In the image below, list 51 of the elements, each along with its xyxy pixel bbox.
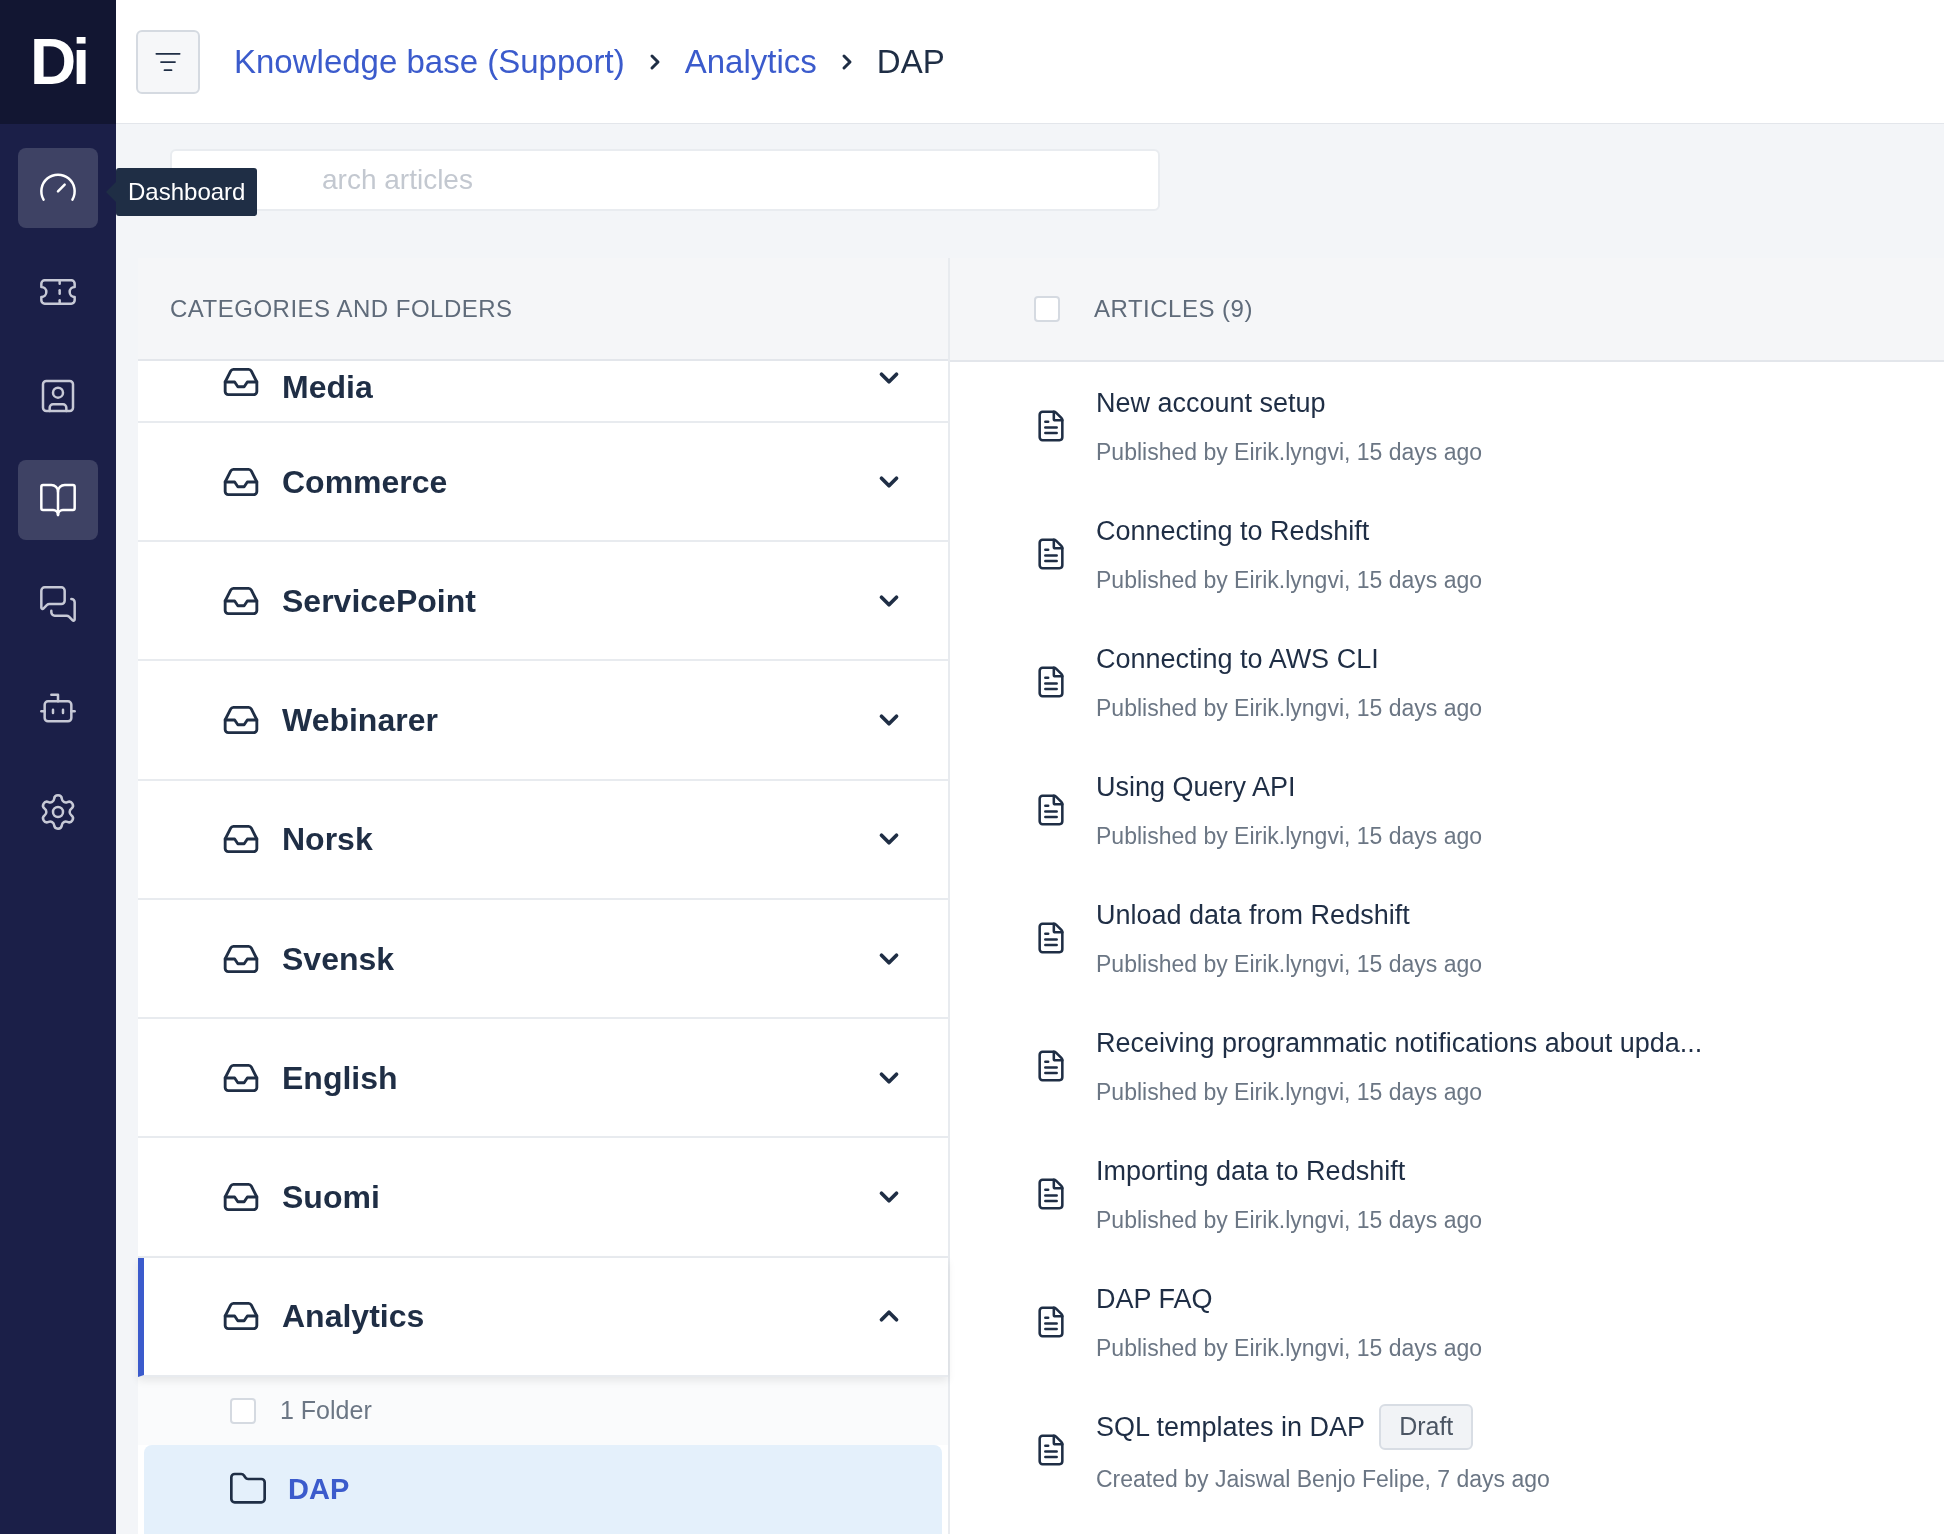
category-label: English (282, 1058, 399, 1098)
filter-button[interactable] (136, 29, 200, 94)
category-label: Webinarer (282, 701, 439, 741)
article-title[interactable]: Using Query API (1096, 766, 1296, 807)
article-meta: Published by Eirik.lyngvi, 15 days ago (1096, 822, 1483, 851)
article-meta: Published by Eirik.lyngvi, 15 days ago (1096, 1078, 1484, 1107)
category-row[interactable]: ServicePoint (138, 542, 948, 662)
category-row[interactable]: Media (138, 361, 948, 423)
checkbox[interactable] (230, 1397, 256, 1424)
article-title[interactable]: Unload data from Redshift (1096, 894, 1410, 935)
category-row[interactable]: Webinarer (138, 661, 948, 781)
article-meta: Published by Eirik.lyngvi, 15 days ago (1096, 694, 1483, 723)
category-label: Svensk (282, 939, 396, 979)
breadcrumb-link[interactable]: Knowledge base (Support) (234, 36, 625, 87)
category-row[interactable]: Svensk (138, 900, 948, 1020)
category-label: ServicePoint (282, 581, 477, 621)
category-row[interactable]: Suomi (138, 1138, 948, 1258)
panel-title: ARTICLES (9) (1094, 294, 1253, 324)
chat-icon (38, 584, 78, 624)
category-label: Norsk (282, 820, 374, 860)
category-label: Suomi (282, 1178, 381, 1218)
category-row[interactable]: English (138, 1019, 948, 1139)
category-row[interactable]: Norsk (138, 780, 948, 900)
folder-row[interactable]: DAP (144, 1444, 942, 1534)
article-meta: Published by Eirik.lyngvi, 15 days ago (1096, 1334, 1483, 1363)
status-badge: Draft (1379, 1404, 1474, 1450)
folder-count: 1 Folder (280, 1395, 372, 1426)
article-meta: Published by Eirik.lyngvi, 15 days ago (1096, 566, 1483, 595)
article-meta: Published by Eirik.lyngvi, 15 days ago (1096, 438, 1483, 467)
breadcrumb-link[interactable]: Analytics (684, 36, 817, 87)
article-title[interactable]: Connecting to AWS CLI (1096, 638, 1379, 679)
breadcrumb-current: DAP (876, 41, 945, 82)
logo: Di (0, 0, 116, 124)
category-row[interactable]: Commerce (138, 423, 948, 543)
article-title[interactable]: SQL templates in DAP (1096, 1406, 1366, 1447)
article-meta: Created by Jaiswal Benjo Felipe, 7 days ago (1096, 1464, 1550, 1494)
article-title[interactable]: Importing data to Redshift (1096, 1150, 1406, 1191)
category-label: Media (282, 368, 374, 408)
article-title[interactable]: DAP FAQ (1096, 1278, 1213, 1319)
checkbox[interactable] (1034, 296, 1060, 322)
category-label: Commerce (282, 462, 449, 502)
nav-button[interactable] (18, 460, 98, 540)
article-title[interactable]: New account setup (1096, 382, 1326, 423)
nav-button[interactable] (18, 148, 98, 228)
article-title[interactable]: Receiving programmatic notifications about upda... (1096, 1022, 1703, 1063)
panel-title: CATEGORIES AND FOLDERS (170, 293, 513, 324)
category-label: Analytics (282, 1297, 426, 1337)
article-title[interactable]: Connecting to Redshift (1096, 510, 1370, 551)
article-meta: Published by Eirik.lyngvi, 15 days ago (1096, 1206, 1483, 1235)
article-meta: Published by Eirik.lyngvi, 15 days ago (1096, 950, 1483, 979)
folder-label: DAP (288, 1471, 350, 1507)
